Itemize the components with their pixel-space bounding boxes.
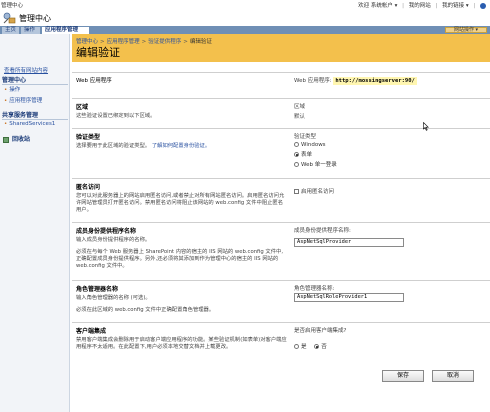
auth-radio-web-sso[interactable]: Web 单一登录 — [294, 160, 490, 168]
membership-desc2: 必须在与每个 Web 服务器上 SharePoint 内容的宿主的 IIS 网站… — [76, 249, 284, 269]
zone-value: 默认 — [294, 114, 306, 120]
radio-label: 是 — [301, 344, 307, 350]
web-app-selector[interactable]: http://mossingserver:90/ — [333, 77, 417, 85]
page-header: 管理中心 > 应用程序管理 > 验证提供程序 > 编辑验证 编辑验证 — [72, 34, 490, 62]
membership-right-label: 成员身份提供程序名称: — [294, 228, 351, 234]
checkbox[interactable] — [294, 189, 299, 194]
role-manager-desc2: 必须在此区域的 web.config 文件中正确配置角色管理器。 — [76, 307, 215, 313]
section-client-integration: 客户端集成 禁用客户端集成会删除用于启动客户端应用程序的功能。某些验证机制(如表… — [72, 322, 490, 364]
nav-item-operations[interactable]: 操作 — [4, 85, 20, 93]
auth-type-desc: 选择要用于此区域的验证类型。 — [76, 143, 151, 149]
radio-button[interactable] — [294, 162, 299, 167]
radio-label: Web 单一登录 — [301, 162, 337, 168]
role-manager-title: 角色管理器名称 — [76, 286, 119, 293]
enable-anonymous-checkbox[interactable]: 启用匿名访问 — [294, 189, 334, 195]
client-integration-desc: 禁用客户端集成会删除用于启动客户端应用程序的功能。某些验证机制(如表单)对客户端… — [76, 337, 287, 350]
recycle-bin-link[interactable]: 回收站 — [3, 134, 30, 143]
zone-desc: 这些验证设置已绑定到以下区域。 — [76, 113, 156, 119]
nav-item-shared-services1[interactable]: SharedServices1 — [4, 121, 55, 127]
recycle-bin-icon — [3, 136, 9, 143]
auth-help-link[interactable]: 了解如何配置身份验证。 — [152, 143, 210, 149]
section-role-manager: 角色管理器名称 输入角色管理器的名称 (可选)。 必须在此区域的 web.con… — [72, 280, 490, 320]
section-auth-type: 验证类型 选择要用于此区域的验证类型。 了解如何配置身份验证。 验证类型 Win… — [72, 128, 490, 176]
role-manager-input[interactable]: AspNetSqlRoleProvider1 — [294, 293, 404, 302]
section-web-application: Web 应用程序 Web 应用程序: http://mossingserver:… — [72, 72, 490, 96]
mouse-cursor-icon — [423, 122, 429, 131]
left-navigation: 查看所有网站内容 管理中心 操作 应用程序管理 共享服务管理 SharedSer… — [0, 34, 70, 412]
web-app-label: Web 应用程序 — [76, 78, 112, 84]
section-anonymous-access: 匿名访问 您可以对此服务器上的网站启用匿名访问,或者禁止对所有网站匿名访问。启用… — [72, 178, 490, 222]
nav-section-shared-services[interactable]: 共享服务管理 — [2, 110, 68, 120]
top-bar: 管理中心 欢迎 系统帐户 ▾ | 我的网站 | 我的链接 ▾ | — [0, 0, 490, 9]
top-right-links: 欢迎 系统帐户 ▾ | 我的网站 | 我的链接 ▾ | — [355, 1, 486, 9]
role-manager-desc1: 输入角色管理器的名称 (可选)。 — [76, 295, 151, 301]
cancel-button[interactable]: 取消 — [432, 370, 474, 382]
radio-button-selected[interactable] — [294, 152, 299, 157]
view-all-site-content-link[interactable]: 查看所有网站内容 — [4, 66, 48, 74]
help-icon[interactable] — [480, 2, 486, 9]
breadcrumb-separator: > — [183, 39, 188, 45]
tab-home[interactable]: 主页 — [2, 27, 19, 34]
radio-button[interactable] — [294, 142, 299, 147]
checkbox-label: 启用匿名访问 — [301, 189, 335, 195]
anonymous-title: 匿名访问 — [76, 184, 101, 191]
nav-section-central-admin[interactable]: 管理中心 — [2, 75, 68, 85]
site-actions-menu[interactable]: 网站操作 ▾ — [445, 27, 487, 33]
breadcrumb-item[interactable]: 验证提供程序 — [148, 39, 181, 45]
radio-label: Windows — [301, 142, 326, 148]
membership-desc1: 输入成员身份提供程序的名称。 — [76, 237, 151, 243]
radio-label: 表单 — [301, 152, 313, 158]
client-integration-no[interactable]: 否 — [314, 342, 327, 350]
save-button[interactable]: 保存 — [382, 370, 424, 382]
tab-application-management[interactable]: 应用程序管理 — [42, 27, 89, 34]
role-manager-right-label: 角色管理器名称: — [294, 286, 335, 292]
anonymous-desc: 您可以对此服务器上的网站启用匿名访问,或者禁止对所有网站匿名访问。启用匿名访问允… — [76, 193, 285, 213]
zone-title: 区域 — [76, 104, 89, 111]
membership-provider-input[interactable]: AspNetSqlProvider — [294, 238, 404, 247]
breadcrumb-current: 编辑验证 — [189, 39, 212, 45]
central-admin-logo-icon — [3, 12, 16, 24]
auth-radio-windows[interactable]: Windows — [294, 142, 490, 148]
section-membership-provider: 成员身份提供程序名称 输入成员身份提供程序的名称。 必须在与每个 Web 服务器… — [72, 222, 490, 278]
auth-radio-forms[interactable]: 表单 — [294, 150, 490, 158]
membership-title: 成员身份提供程序名称 — [76, 228, 137, 235]
recycle-bin-label: 回收站 — [12, 136, 31, 143]
client-integration-title: 客户端集成 — [76, 328, 107, 335]
zone-right-label: 区域 — [294, 104, 306, 110]
page-title: 编辑验证 — [76, 46, 120, 59]
auth-type-right-label: 验证类型 — [294, 134, 317, 140]
app-title: 管理中心 — [19, 14, 51, 23]
breadcrumb-separator: > — [141, 39, 147, 45]
top-site-link[interactable]: 管理中心 — [1, 1, 23, 9]
web-app-right-label: Web 应用程序: — [294, 78, 332, 84]
client-integration-right-label: 是否启用客户端集成? — [294, 328, 347, 334]
form-content: Web 应用程序 Web 应用程序: http://mossingserver:… — [72, 62, 490, 412]
auth-type-title: 验证类型 — [76, 134, 101, 141]
tab-operations[interactable]: 操作 — [21, 27, 40, 34]
title-bar — [0, 9, 490, 26]
radio-button[interactable] — [294, 344, 299, 349]
radio-button-selected[interactable] — [314, 344, 320, 349]
nav-item-application-management[interactable]: 应用程序管理 — [4, 96, 42, 104]
radio-label: 否 — [321, 344, 327, 350]
client-integration-yes[interactable]: 是 — [294, 342, 307, 350]
